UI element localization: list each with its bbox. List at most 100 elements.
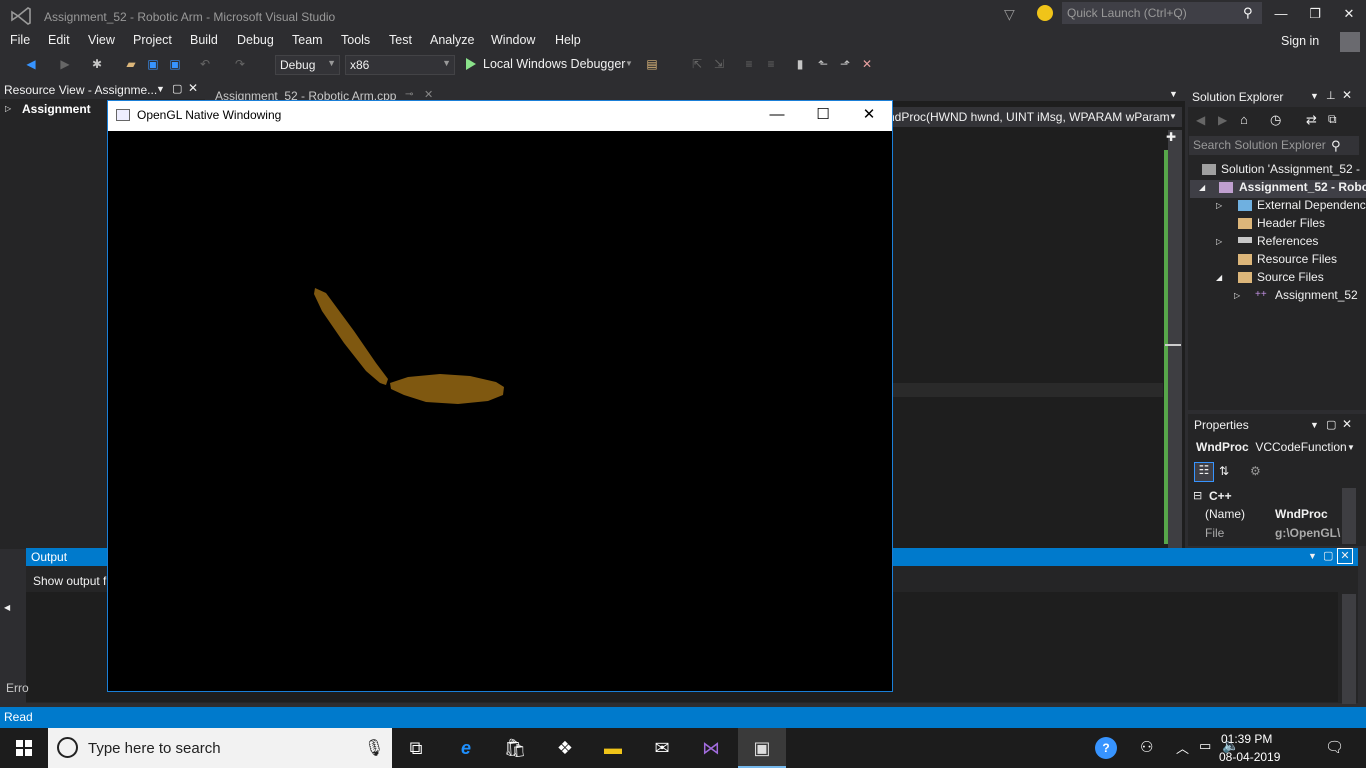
expand-arrow-icon[interactable]: ▷	[5, 104, 11, 113]
action-center-icon[interactable]: 🗨	[1325, 738, 1344, 756]
expand-arrow-icon[interactable]: ▷	[1216, 237, 1222, 246]
restore-button[interactable]: ❐	[1300, 4, 1330, 24]
notifications-filter-icon[interactable]: ▽	[1004, 6, 1020, 22]
chevron-down-icon[interactable]: ▼	[1169, 112, 1177, 121]
chevron-down-icon[interactable]: ▼	[1308, 551, 1317, 561]
solution-configuration-select[interactable]: Debug ▼	[275, 55, 340, 75]
pin-icon[interactable]: ⊸	[405, 89, 413, 100]
start-debugging-icon[interactable]	[466, 58, 476, 70]
menu-analyze[interactable]: Analyze	[430, 33, 474, 47]
forward-icon[interactable]: ▶	[58, 57, 72, 71]
search-icon[interactable]: ⚲	[1331, 138, 1341, 154]
property-pages-icon[interactable]: ⚙	[1250, 464, 1261, 478]
windows-start-icon[interactable]	[0, 728, 48, 768]
categorized-view-icon[interactable]: ☷	[1194, 462, 1214, 482]
collapse-arrow-icon[interactable]: ◢	[1216, 273, 1222, 282]
function-navigation-select[interactable]: ndProc(HWND hwnd, UINT iMsg, WPARAM wPar…	[886, 107, 1182, 127]
property-row[interactable]: File g:\OpenGL\	[1205, 526, 1345, 544]
microphone-icon[interactable]: 🎙	[364, 738, 384, 758]
local-windows-debugger-button[interactable]: Local Windows Debugger	[483, 57, 625, 71]
scroll-left-icon[interactable]: ◀	[4, 603, 10, 612]
menu-debug[interactable]: Debug	[237, 33, 274, 47]
previous-bookmark-icon[interactable]: ⬑	[816, 57, 830, 71]
uncomment-icon[interactable]: ≡	[764, 57, 778, 71]
expand-arrow-icon[interactable]: ▷	[1234, 291, 1240, 300]
find-in-files-icon[interactable]: ▤	[645, 57, 659, 71]
dropbox-icon[interactable]: ❖	[551, 734, 579, 762]
account-avatar-icon[interactable]	[1340, 32, 1360, 52]
editor-vertical-scrollbar[interactable]	[1168, 130, 1182, 548]
open-file-icon[interactable]: ▰	[124, 57, 138, 71]
project-node[interactable]: Assignment_52 - Robo	[1239, 180, 1366, 194]
home-icon[interactable]: ⌂	[1240, 112, 1248, 127]
menu-window[interactable]: Window	[491, 33, 535, 47]
history-icon[interactable]: ◷	[1270, 112, 1281, 128]
menu-build[interactable]: Build	[190, 33, 218, 47]
feedback-smile-icon[interactable]	[1037, 5, 1053, 21]
maximize-pane-icon[interactable]: ▢	[172, 82, 182, 95]
redo-icon[interactable]: ↷	[233, 57, 247, 71]
visual-studio-taskbar-icon[interactable]: ⋈	[697, 734, 725, 762]
sync-icon[interactable]: ⇄	[1306, 112, 1317, 128]
references-node[interactable]: References	[1257, 234, 1318, 248]
collapse-arrow-icon[interactable]: ◢	[1199, 183, 1205, 192]
new-project-icon[interactable]: ✱	[90, 57, 104, 71]
output-scrollbar[interactable]	[1342, 594, 1356, 704]
maximize-pane-icon[interactable]: ▢	[1326, 418, 1336, 431]
menu-help[interactable]: Help	[555, 33, 581, 47]
property-row[interactable]: (Name) WndProc	[1205, 507, 1345, 525]
external-dependencies-node[interactable]: External Dependenc	[1257, 198, 1366, 212]
menu-test[interactable]: Test	[389, 33, 412, 47]
close-button[interactable]: ✕	[1334, 4, 1364, 24]
task-view-icon[interactable]: ⧉	[402, 734, 430, 762]
chevron-down-icon[interactable]: ▼	[1310, 420, 1319, 430]
resource-view-title[interactable]: Resource View - Assignme...	[4, 83, 157, 97]
forward-icon[interactable]: ▶	[1218, 113, 1227, 127]
clear-bookmarks-icon[interactable]: ✕	[860, 57, 874, 71]
alphabetical-sort-icon[interactable]: ⇅	[1219, 464, 1229, 478]
solution-platform-select[interactable]: x86 ▼	[345, 55, 455, 75]
file-explorer-icon[interactable]: ▬	[599, 734, 627, 762]
resource-files-node[interactable]: Resource Files	[1257, 252, 1337, 266]
close-pane-icon[interactable]: ✕	[1342, 417, 1352, 431]
solution-node[interactable]: Solution 'Assignment_52 -	[1221, 162, 1360, 176]
search-icon[interactable]: ⚲	[1243, 5, 1253, 21]
battery-icon[interactable]: ▭	[1199, 738, 1211, 754]
collapse-all-icon[interactable]: ⧉	[1328, 112, 1337, 127]
menu-file[interactable]: File	[10, 33, 30, 47]
error-list-tab[interactable]: Erro	[6, 681, 29, 695]
maximize-pane-icon[interactable]: ▢	[1323, 549, 1333, 562]
show-hidden-icons-icon[interactable]: ︿	[1176, 738, 1189, 757]
people-icon[interactable]: ⚇	[1140, 738, 1153, 756]
header-files-node[interactable]: Header Files	[1257, 216, 1325, 230]
chevron-down-icon[interactable]: ▼	[156, 84, 165, 94]
tab-overflow-icon[interactable]: ▼	[1169, 89, 1178, 99]
expand-arrow-icon[interactable]: ▷	[1216, 201, 1222, 210]
sign-in-link[interactable]: Sign in	[1281, 34, 1319, 48]
properties-object-select[interactable]: WndProc VCCodeFunction	[1196, 440, 1347, 454]
menu-project[interactable]: Project	[133, 33, 172, 47]
bookmark-icon[interactable]: ▮	[793, 57, 807, 71]
comment-icon[interactable]: ≡	[742, 57, 756, 71]
cpp-file-node[interactable]: Assignment_52	[1275, 288, 1358, 302]
help-icon[interactable]: ?	[1095, 737, 1117, 759]
collapse-section-icon[interactable]: ⊟	[1193, 489, 1202, 502]
menu-team[interactable]: Team	[292, 33, 323, 47]
back-icon[interactable]: ◀	[1196, 113, 1205, 127]
next-bookmark-icon[interactable]: ⬏	[838, 57, 852, 71]
clock-date[interactable]: 08-04-2019	[1219, 750, 1280, 764]
chevron-down-icon[interactable]: ▼	[622, 57, 636, 71]
save-all-icon[interactable]: ▣	[168, 57, 182, 71]
save-icon[interactable]: ▣	[146, 57, 160, 71]
indent-icon[interactable]: ⇲	[712, 57, 726, 71]
close-pane-icon[interactable]: ✕	[1342, 88, 1352, 102]
minimize-button[interactable]: —	[1266, 4, 1296, 24]
menu-tools[interactable]: Tools	[341, 33, 370, 47]
chevron-down-icon[interactable]: ▼	[1310, 91, 1319, 101]
split-icon[interactable]: ✚	[1166, 130, 1176, 144]
pin-icon[interactable]: ⊥	[1326, 89, 1336, 102]
quick-launch-input[interactable]: Quick Launch (Ctrl+Q)	[1062, 2, 1262, 24]
undo-icon[interactable]: ↶	[198, 57, 212, 71]
gl-close-button[interactable]: ✕	[849, 104, 889, 126]
opengl-render-canvas[interactable]	[108, 131, 892, 691]
